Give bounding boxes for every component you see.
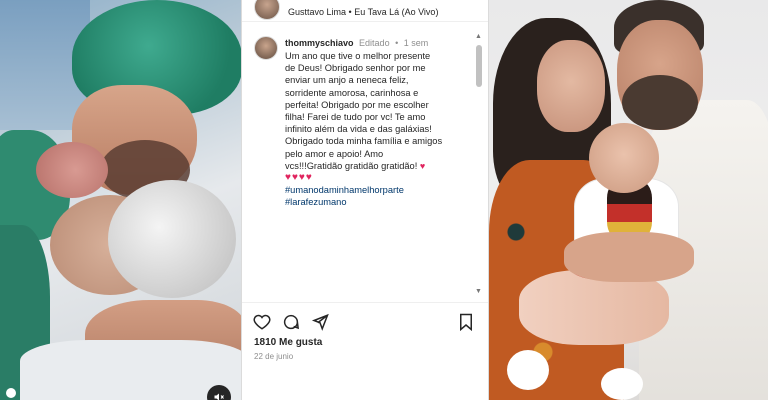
scroll-down-arrow-icon[interactable]: ▼ <box>475 288 482 295</box>
caption-header: thommyschiavo Editado • 1 sem <box>285 38 428 48</box>
baby-head <box>589 123 659 193</box>
caption-username[interactable]: thommyschiavo <box>285 38 354 48</box>
heart-emojis: ♥♥♥♥ <box>285 172 313 184</box>
right-photo <box>489 0 768 400</box>
newborn-baby <box>36 142 108 198</box>
hair-net <box>108 180 236 298</box>
caption-gratitude-text: vcs!!!Gratidão gratidão gratidão! <box>285 160 418 171</box>
post-header: Gusttavo Lima • Eu Tava Lá (Ao Vivo) <box>242 0 488 22</box>
mother-face <box>537 40 605 132</box>
heart-icon[interactable] <box>253 313 271 336</box>
header-separator: • <box>348 7 352 17</box>
caption-dot: • <box>395 38 399 48</box>
hashtag-link[interactable]: #umanodaminhamelhorparte <box>285 184 471 196</box>
bookmark-icon[interactable] <box>458 313 474 336</box>
instagram-post-panel: Gusttavo Lima • Eu Tava Lá (Ao Vivo) tho… <box>241 0 489 400</box>
scrollbar-thumb[interactable] <box>476 45 482 87</box>
caption-line: de Deus! Obrigado senhor por me <box>285 63 426 74</box>
caption-line: sorridente amorosa, carinhosa e <box>285 87 419 98</box>
header-avatar[interactable] <box>254 0 280 20</box>
inline-heart-emoji: ♥ <box>419 160 426 171</box>
header-audio[interactable]: Eu Tava Lá (Ao Vivo) <box>354 7 438 17</box>
baby-sock <box>601 368 643 400</box>
post-caption: thommyschiavo Editado • 1 sem Um ano que… <box>242 30 474 300</box>
post-header-text: Gusttavo Lima • Eu Tava Lá (Ao Vivo) <box>288 7 438 17</box>
caption-line: vcs!!!Gratidão gratidão gratidão! ♥ <box>285 160 471 172</box>
caption-scrollbar[interactable]: ▲ ▼ <box>475 33 483 295</box>
caption-edited: Editado <box>359 38 390 48</box>
baby-sock <box>507 350 549 390</box>
post-date[interactable]: 22 de junio <box>254 352 293 361</box>
caption-line: infinito além da vida e das galáxias! <box>285 124 432 135</box>
carousel-dot <box>6 388 16 398</box>
caption-line: enviar um anjo a neneca feliz, <box>285 75 409 86</box>
caption-line: perfeita! Obrigado por me escolher <box>285 99 429 110</box>
caption-line: Um ano que tive o melhor presente <box>285 51 431 61</box>
scroll-up-arrow-icon[interactable]: ▲ <box>475 33 482 40</box>
left-photo <box>0 0 241 400</box>
caption-age[interactable]: 1 sem <box>404 38 429 48</box>
header-account[interactable]: Gusttavo Lima <box>288 7 346 17</box>
caption-line: pelo amor e apoio! Amo <box>285 148 384 159</box>
caption-line: Obrigado toda minha família e amigos <box>285 136 443 147</box>
comment-icon[interactable] <box>282 313 300 336</box>
send-icon[interactable] <box>311 313 329 336</box>
hashtag-link[interactable]: #larafezumano <box>285 196 471 208</box>
likes-count[interactable]: 1810 Me gusta <box>254 337 322 348</box>
father-beard <box>622 75 698 130</box>
caption-avatar[interactable] <box>254 36 278 60</box>
father-arm <box>564 232 694 282</box>
caption-line: filha! Farei de tudo por vc! Te amo <box>285 112 426 123</box>
caption-body: Um ano que tive o melhor presente de Deu… <box>285 50 471 209</box>
post-actions <box>242 302 488 342</box>
